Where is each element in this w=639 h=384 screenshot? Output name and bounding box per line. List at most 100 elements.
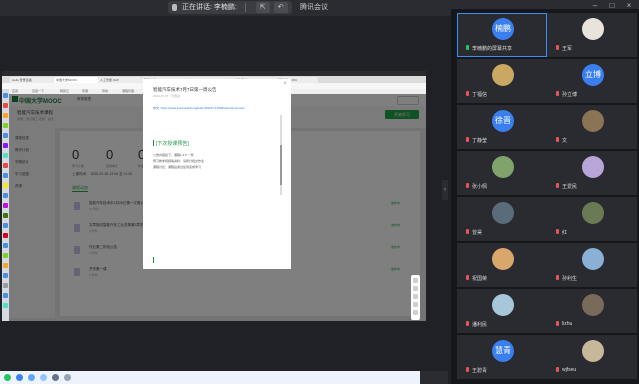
participant-tile[interactable]: 慧青 王碧青 [457, 335, 547, 379]
dock-app-icon[interactable] [3, 173, 8, 178]
dock-app-icon[interactable] [3, 203, 8, 208]
dock-app-icon[interactable] [3, 103, 8, 108]
dialog-meta: 2020-07-07 · 已阅读 [153, 94, 181, 98]
avatar [582, 156, 604, 178]
close-icon[interactable]: × [283, 81, 287, 87]
avatar [582, 340, 604, 362]
collapse-panel-icon[interactable]: ‹ [442, 180, 448, 200]
announcement-link[interactable]: 中文: https://www.icourse163.org/learn/WHU… [153, 106, 245, 110]
participant-tile[interactable]: 楠鹏 李楠鹏的屏幕共享 [457, 13, 547, 57]
mic-muted-icon [556, 275, 559, 280]
dock-app-icon[interactable] [3, 133, 8, 138]
dock-app-icon[interactable] [3, 183, 8, 188]
avatar [582, 294, 604, 316]
floating-toolbar [411, 275, 420, 320]
scrollbar-thumb[interactable] [280, 145, 282, 185]
dock-app-icon[interactable] [3, 153, 8, 158]
dock-app-icon[interactable] [3, 163, 8, 168]
participant-name: 孙利生 [562, 276, 578, 282]
participant-tile[interactable]: wjfseu [547, 335, 637, 379]
participant-name: 文 [562, 138, 568, 144]
participant-tile[interactable]: lizhu [547, 289, 637, 333]
participant-tile[interactable]: 红 [547, 197, 637, 241]
tool-icon[interactable] [413, 278, 418, 283]
participant-name: 丁静莹 [472, 138, 488, 144]
announcement-line: 课程讨论：课程后通过签到完成学习 [153, 165, 202, 169]
dock-app-icon[interactable] [3, 233, 8, 238]
mic-muted-icon [466, 229, 469, 234]
dock-app-icon[interactable] [3, 223, 8, 228]
participant-tile[interactable]: 孙利生 [547, 243, 637, 287]
announcement-line: 预习教学视频等资料：请按分组交作业 [153, 159, 205, 163]
announcement-line: 公告内容如下：课程1.3.5 一周 [153, 153, 194, 157]
dock-app-icon[interactable] [3, 143, 8, 148]
tool-icon[interactable] [413, 286, 418, 291]
taskbar-tray [420, 371, 448, 384]
participant-tile[interactable]: 张小佩 [457, 151, 547, 195]
mic-muted-icon [556, 367, 559, 372]
expand-icon[interactable]: ⇱ [255, 1, 270, 13]
participants-panel: 楠鹏 李楠鹏的屏幕共享 王军 丁福信 立博 孙立博 徐晋 丁静莹 文 张小佩 王… [451, 9, 639, 384]
participant-tile[interactable]: 祝国荣 [457, 243, 547, 287]
dock-app-icon[interactable] [3, 123, 8, 128]
dock-app-icon[interactable] [3, 213, 8, 218]
mic-muted-icon [466, 275, 469, 280]
mic-icon [466, 45, 469, 50]
mic-muted-icon [556, 91, 559, 96]
mic-muted-icon [466, 183, 469, 188]
avatar [582, 202, 604, 224]
participant-tile[interactable]: 潘利民 [457, 289, 547, 333]
taskbar-app-icon[interactable] [64, 374, 71, 381]
participant-name: 曾昊 [472, 230, 483, 236]
participant-tile[interactable]: 丁福信 [457, 59, 547, 103]
dock-app-icon[interactable] [3, 113, 8, 118]
avatar [492, 64, 514, 86]
tool-icon[interactable] [413, 294, 418, 299]
heading-bar [153, 140, 154, 146]
dock-app-icon[interactable] [3, 243, 8, 248]
avatar [582, 110, 604, 132]
mic-muted-icon [466, 91, 469, 96]
mic-muted-icon [466, 137, 469, 142]
participant-name: 李楠鹏的屏幕共享 [472, 46, 513, 52]
participant-name: lizhu [562, 321, 573, 327]
avatar [492, 294, 514, 316]
taskbar-app-icon[interactable] [16, 374, 23, 381]
avatar [582, 18, 604, 40]
participant-name: 孙立博 [562, 92, 578, 98]
participant-name: 丁福信 [472, 92, 488, 98]
dock-app-icon[interactable] [3, 303, 8, 308]
participant-tile[interactable]: 徐晋 丁静莹 [457, 105, 547, 149]
participant-name: 红 [562, 230, 568, 236]
mic-muted-icon [556, 45, 559, 50]
participant-tile[interactable]: 王军 [547, 13, 637, 57]
next-section-marker [153, 257, 154, 263]
dock-app-icon[interactable] [3, 293, 8, 298]
speaking-indicator[interactable]: 正在讲话: 李楠鹏: ⇱ ↶ [168, 1, 292, 14]
undo-icon[interactable]: ↶ [273, 1, 288, 13]
taskbar-app-icon[interactable] [28, 374, 35, 381]
participant-tile[interactable]: 文 [547, 105, 637, 149]
tool-icon[interactable] [413, 302, 418, 307]
participant-name: 王军 [562, 46, 573, 52]
dock-app-icon[interactable] [3, 93, 8, 98]
mic-muted-icon [556, 229, 559, 234]
tool-icon[interactable] [413, 310, 418, 315]
dock-app-icon[interactable] [3, 283, 8, 288]
dialog-scrollbar[interactable] [280, 115, 282, 195]
participant-tile[interactable]: 曾昊 [457, 197, 547, 241]
dock-app-icon[interactable] [3, 253, 8, 258]
participant-tile[interactable]: 立博 孙立博 [547, 59, 637, 103]
dock-app-icon[interactable] [3, 193, 8, 198]
avatar [492, 156, 514, 178]
section-heading: [下次授课预告] [153, 140, 189, 147]
avatar [582, 248, 604, 270]
participant-tile[interactable]: 王爱民 [547, 151, 637, 195]
dock-app-icon[interactable] [3, 263, 8, 268]
taskbar-app-icon[interactable] [4, 374, 11, 381]
taskbar-app-icon[interactable] [52, 374, 59, 381]
dock-app-icon[interactable] [3, 273, 8, 278]
participant-name: 祝国荣 [472, 276, 488, 282]
participant-name: 潘利民 [472, 322, 488, 328]
taskbar-app-icon[interactable] [40, 374, 47, 381]
